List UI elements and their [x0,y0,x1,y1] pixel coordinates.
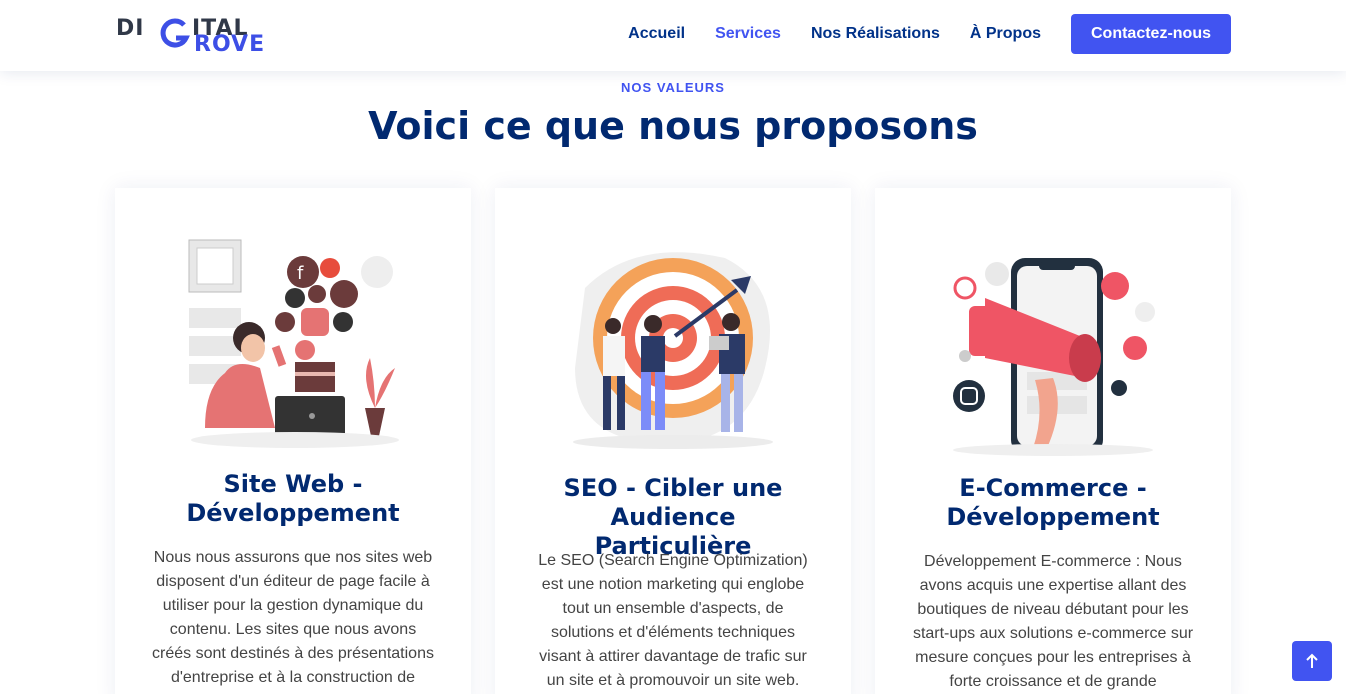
card-text-web: Nous nous assurons que nos sites web dis… [152,549,434,686]
web-development-illustration: f [188,239,399,448]
card-text-ecommerce: Développement E-commerce : Nous avons ac… [912,553,1194,690]
section-eyebrow: NOS VALEURS [621,80,725,95]
seo-target-illustration [573,252,773,449]
logo-g-icon [160,18,190,48]
logo-text-3: ROVE [194,32,266,57]
nav-realisations[interactable]: Nos Réalisations [811,25,940,43]
arrow-up-icon [1306,653,1318,668]
contact-button[interactable]: Contactez-nous [1071,14,1231,54]
card-title-seo: SEO - Cibler une Audience Particulière [563,474,783,560]
nav-apropos[interactable]: À Propos [970,25,1041,43]
service-card-seo: SEO - Cibler une Audience Particulière Le… [495,188,851,694]
site-header: DI ITAL ROVE Accueil Services Nos Réalis… [0,0,1346,71]
main-nav: Accueil Services Nos Réalisations À Prop… [598,14,1231,54]
logo-text-1: DI [116,16,145,41]
service-card-ecommerce: E-Commerce - Développement Développement … [875,188,1231,694]
svg-text:f: f [297,263,304,284]
card-text-seo: Le SEO (Search Engine Optimization) est … [538,552,808,689]
service-card-web: f Site Web - Développement Nous nous assu… [115,188,471,694]
scroll-top-button[interactable] [1292,641,1332,681]
nav-accueil[interactable]: Accueil [628,25,685,43]
card-title-web: Site Web - Développement [186,470,400,527]
ecommerce-megaphone-illustration [953,258,1155,456]
nav-services[interactable]: Services [715,25,781,43]
section-title: Voici ce que nous proposons [368,104,978,148]
logo[interactable]: DI ITAL ROVE [116,14,286,57]
card-title-ecommerce: E-Commerce - Développement [946,474,1160,531]
